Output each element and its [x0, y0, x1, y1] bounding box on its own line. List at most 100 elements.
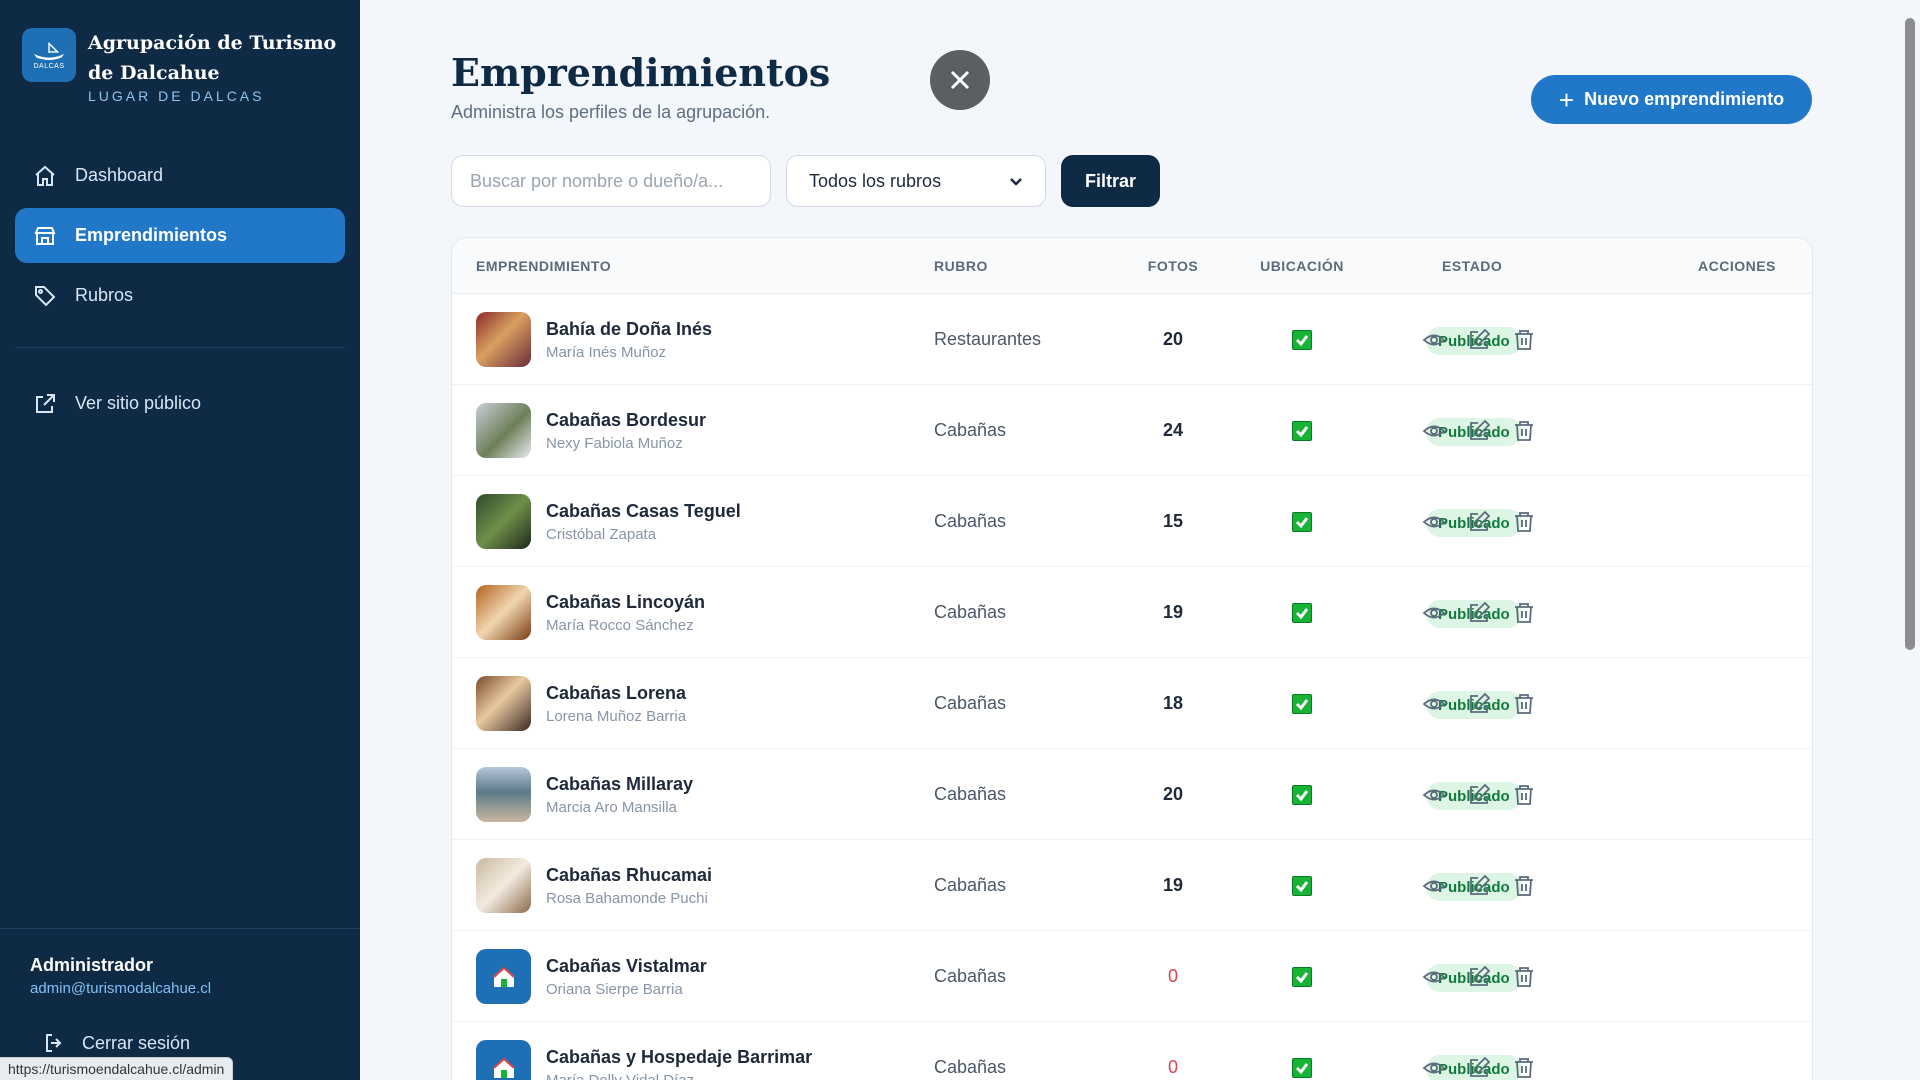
edit-button[interactable] — [1467, 692, 1493, 718]
table-row[interactable]: Bahía de Doña Inés María Inés Muñoz Rest… — [452, 294, 1812, 385]
view-button[interactable] — [1422, 510, 1448, 536]
emprendimiento-name[interactable]: Cabañas Millaray — [546, 774, 693, 795]
view-button[interactable] — [1422, 965, 1448, 991]
table-row[interactable]: Cabañas Lincoyán María Rocco Sánchez Cab… — [452, 567, 1812, 658]
ubicacion-checkbox — [1292, 330, 1312, 350]
edit-button[interactable] — [1467, 328, 1493, 354]
scrollbar[interactable] — [1900, 0, 1920, 1080]
view-button[interactable] — [1422, 419, 1448, 445]
ubicacion-checkbox — [1292, 694, 1312, 714]
delete-button[interactable] — [1512, 328, 1538, 354]
table-row[interactable]: Cabañas Casas Teguel Cristóbal Zapata Ca… — [452, 476, 1812, 567]
home-icon — [35, 165, 55, 186]
view-button[interactable] — [1422, 1056, 1448, 1080]
rubro-cell: Cabañas — [934, 1057, 1007, 1077]
view-button[interactable] — [1422, 601, 1448, 627]
sidebar-item-dashboard[interactable]: Dashboard — [15, 148, 345, 203]
delete-button[interactable] — [1512, 965, 1538, 991]
column-header-estado[interactable]: ESTADO — [1442, 258, 1502, 274]
edit-icon — [1470, 965, 1491, 986]
sidebar-item-rubros[interactable]: Rubros — [15, 268, 345, 323]
delete-button[interactable] — [1512, 1056, 1538, 1080]
emprendimiento-name[interactable]: Bahía de Doña Inés — [546, 319, 712, 340]
scrollbar-thumb[interactable] — [1905, 18, 1915, 650]
check-icon — [1295, 881, 1309, 893]
emprendimiento-thumbnail — [476, 312, 531, 367]
eye-icon — [1422, 789, 1446, 801]
check-icon — [1295, 335, 1309, 347]
table-row[interactable]: Cabañas Bordesur Nexy Fabiola Muñoz Caba… — [452, 385, 1812, 476]
sidebar-item-emprendimientos[interactable]: Emprendimientos — [15, 208, 345, 263]
view-button[interactable] — [1422, 874, 1448, 900]
edit-button[interactable] — [1467, 1056, 1493, 1080]
delete-button[interactable] — [1512, 874, 1538, 900]
emprendimiento-name[interactable]: Cabañas Casas Teguel — [546, 501, 741, 522]
column-header-rubro[interactable]: RUBRO — [934, 258, 988, 274]
view-button[interactable] — [1422, 328, 1448, 354]
brand[interactable]: DALCAS Agrupación de Turismo de Dalcahue… — [22, 28, 358, 104]
table-row[interactable]: Cabañas Lorena Lorena Muñoz Barria Cabañ… — [452, 658, 1812, 749]
ubicacion-checkbox — [1292, 421, 1312, 441]
column-header-ubicacion[interactable]: UBICACIÓN — [1252, 258, 1352, 274]
logo-text: DALCAS — [33, 63, 65, 70]
table-row[interactable]: Cabañas y Hospedaje Barrimar María Dolly… — [452, 1022, 1812, 1080]
rubro-cell: Cabañas — [934, 602, 1007, 622]
sidebar-item-label: Ver sitio público — [75, 393, 202, 413]
ubicacion-checkbox — [1292, 876, 1312, 896]
delete-button[interactable] — [1512, 692, 1538, 718]
fotos-count: 24 — [1162, 420, 1184, 440]
edit-button[interactable] — [1467, 783, 1493, 809]
new-emprendimiento-button[interactable]: + Nuevo emprendimiento — [1531, 75, 1812, 124]
emprendimiento-thumbnail — [476, 767, 531, 822]
trash-icon — [1515, 876, 1533, 896]
search-input[interactable] — [451, 155, 771, 207]
edit-button[interactable] — [1467, 601, 1493, 627]
fotos-count: 0 — [1167, 966, 1178, 986]
trash-icon — [1515, 785, 1533, 805]
eye-icon — [1422, 698, 1446, 710]
check-icon — [1295, 699, 1309, 711]
ubicacion-checkbox — [1292, 785, 1312, 805]
delete-button[interactable] — [1512, 601, 1538, 627]
placeholder-logo-thumbnail — [476, 1040, 531, 1080]
table-row[interactable]: Cabañas Millaray Marcia Aro Mansilla Cab… — [452, 749, 1812, 840]
emprendimiento-name[interactable]: Cabañas Rhucamai — [546, 865, 712, 886]
view-button[interactable] — [1422, 692, 1448, 718]
check-icon — [1295, 608, 1309, 620]
table-row[interactable]: Cabañas Vistalmar Oriana Sierpe Barria C… — [452, 931, 1812, 1022]
admin-email: admin@turismodalcahue.cl — [30, 980, 212, 997]
ubicacion-checkbox — [1292, 512, 1312, 532]
ubicacion-checkbox — [1292, 603, 1312, 623]
ubicacion-checkbox — [1292, 1058, 1312, 1078]
delete-button[interactable] — [1512, 419, 1538, 445]
filter-button[interactable]: Filtrar — [1061, 155, 1160, 207]
edit-button[interactable] — [1467, 874, 1493, 900]
check-icon — [1295, 972, 1309, 984]
delete-button[interactable] — [1512, 510, 1538, 536]
logout-button[interactable]: Cerrar sesión — [30, 1031, 330, 1055]
sidebar-item-public-site[interactable]: Ver sitio público — [15, 376, 345, 431]
emprendimiento-name[interactable]: Cabañas Bordesur — [546, 410, 706, 431]
edit-button[interactable] — [1467, 419, 1493, 445]
emprendimiento-thumbnail — [476, 858, 531, 913]
edit-button[interactable] — [1467, 965, 1493, 991]
table-row[interactable]: Cabañas Rhucamai Rosa Bahamonde Puchi Ca… — [452, 840, 1812, 931]
view-button[interactable] — [1422, 783, 1448, 809]
column-header-acciones: ACCIONES — [1698, 258, 1776, 274]
eye-icon — [1422, 1062, 1446, 1074]
column-header-emprendimiento[interactable]: EMPRENDIMIENTO — [476, 258, 611, 274]
rubro-cell: Cabañas — [934, 966, 1007, 986]
sidebar-nav: Dashboard Emprendimientos Rubros Ver sit… — [15, 148, 345, 436]
emprendimiento-name[interactable]: Cabañas Lincoyán — [546, 592, 705, 613]
close-button[interactable] — [930, 50, 990, 110]
emprendimiento-owner: María Dolly Vidal Díaz — [546, 1072, 694, 1080]
edit-button[interactable] — [1467, 510, 1493, 536]
trash-icon — [1515, 512, 1533, 532]
check-icon — [1295, 426, 1309, 438]
emprendimiento-name[interactable]: Cabañas Vistalmar — [546, 956, 707, 977]
emprendimiento-name[interactable]: Cabañas y Hospedaje Barrimar — [546, 1047, 812, 1068]
column-header-fotos[interactable]: FOTOS — [1130, 258, 1216, 274]
rubro-select[interactable]: Todos los rubros — [786, 155, 1046, 207]
delete-button[interactable] — [1512, 783, 1538, 809]
emprendimiento-name[interactable]: Cabañas Lorena — [546, 683, 686, 704]
